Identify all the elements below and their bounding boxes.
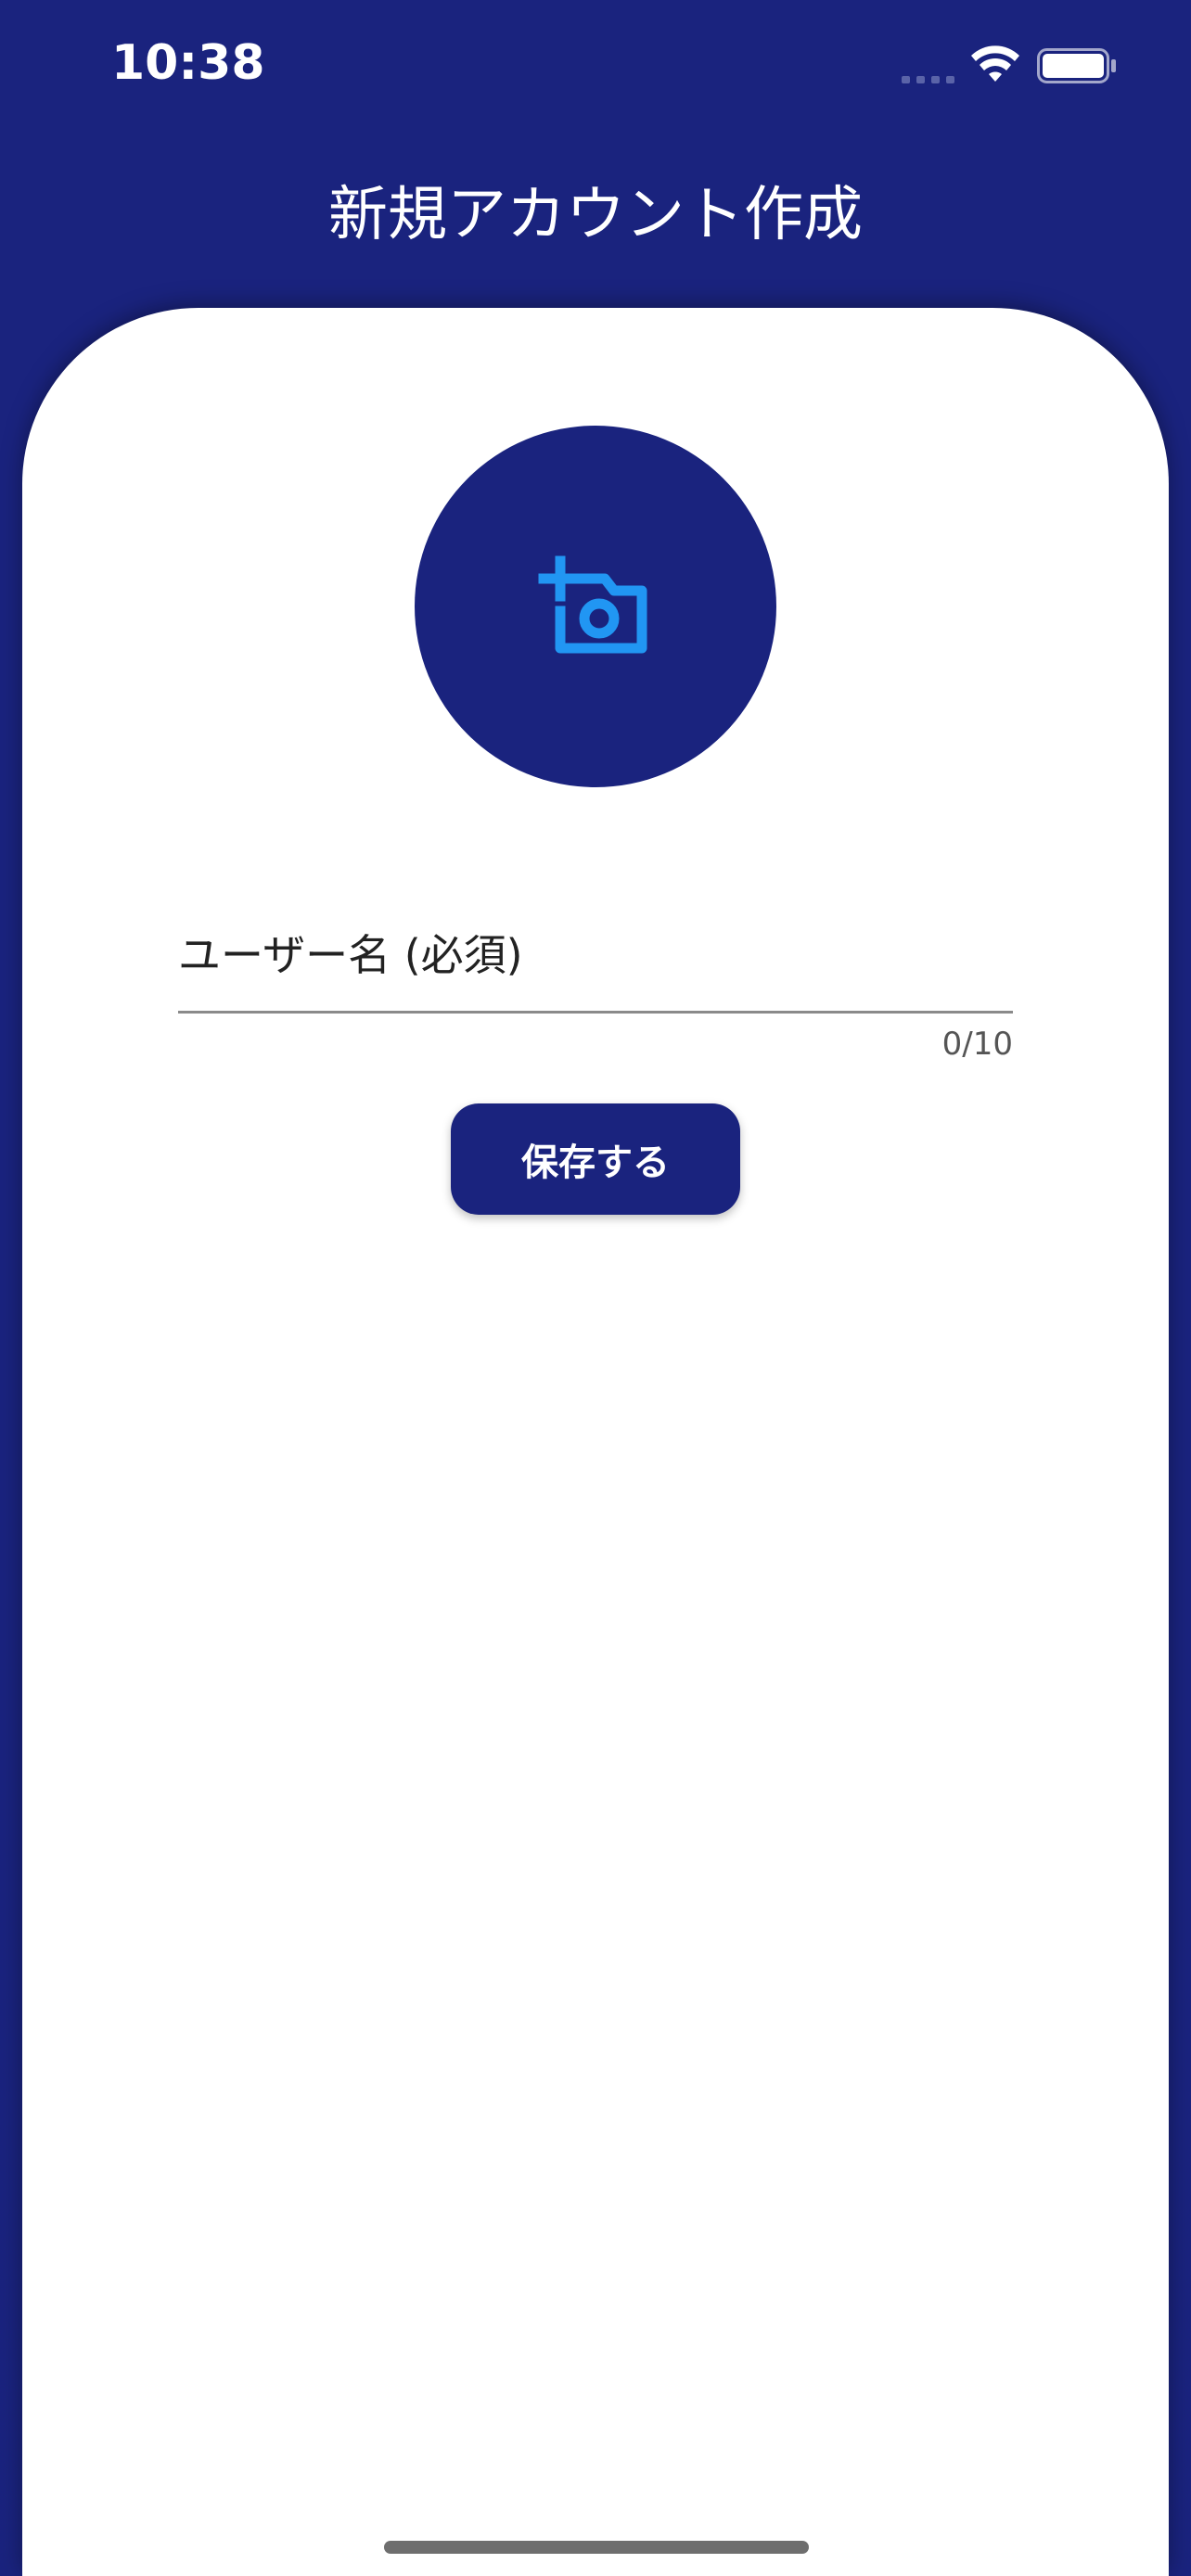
status-bar: 10:38: [0, 0, 1191, 139]
username-input[interactable]: [178, 899, 1013, 1011]
username-field[interactable]: [178, 899, 1013, 1014]
save-button[interactable]: 保存する: [451, 1103, 740, 1215]
character-counter: 0/10: [941, 1026, 1013, 1063]
home-indicator[interactable]: [384, 2541, 809, 2554]
status-time: 10:38: [111, 35, 265, 91]
form-sheet: 0/10 保存する: [22, 308, 1169, 2576]
page-title: 新規アカウント作成: [328, 181, 863, 249]
cellular-signal-icon: [902, 76, 954, 83]
avatar-upload-button[interactable]: [415, 426, 776, 787]
battery-icon: [1037, 48, 1116, 83]
add-photo-camera-icon: [538, 555, 647, 654]
wifi-icon: [971, 45, 1019, 82]
